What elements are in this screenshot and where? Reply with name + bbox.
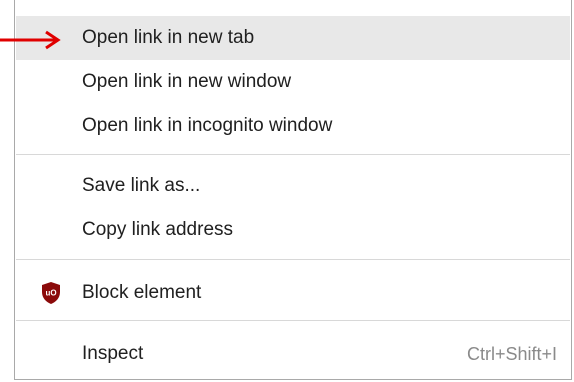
menu-item-open-incognito[interactable]: Open link in incognito window <box>16 104 570 148</box>
menu-item-label: Open link in new window <box>82 71 292 92</box>
context-menu: Open link in new tab Open link in new wi… <box>14 0 572 380</box>
screenshot-stage: Open link in new tab Open link in new wi… <box>0 0 574 382</box>
menu-item-label: Open link in new tab <box>82 27 255 48</box>
menu-item-label: Block element <box>82 282 202 303</box>
menu-item-save-link-as[interactable]: Save link as... <box>16 164 570 208</box>
menu-item-open-new-tab[interactable]: Open link in new tab <box>16 16 570 60</box>
menu-item-block-element[interactable]: uO Block element <box>16 271 570 315</box>
menu-item-label: Copy link address <box>82 219 234 240</box>
ublock-origin-icon: uO <box>42 282 60 304</box>
menu-separator <box>16 154 570 155</box>
menu-item-shortcut: Ctrl+Shift+I <box>466 343 557 364</box>
menu-item-label: Inspect <box>82 343 144 364</box>
menu-separator <box>16 259 570 260</box>
svg-text:uO: uO <box>45 289 56 298</box>
menu-item-inspect[interactable]: Inspect Ctrl+Shift+I <box>16 332 570 376</box>
menu-item-copy-link-address[interactable]: Copy link address <box>16 208 570 252</box>
menu-separator <box>16 320 570 321</box>
menu-item-open-new-window[interactable]: Open link in new window <box>16 60 570 104</box>
menu-item-label: Open link in incognito window <box>82 115 333 136</box>
annotation-arrow-icon <box>0 30 61 50</box>
menu-item-label: Save link as... <box>82 175 201 196</box>
